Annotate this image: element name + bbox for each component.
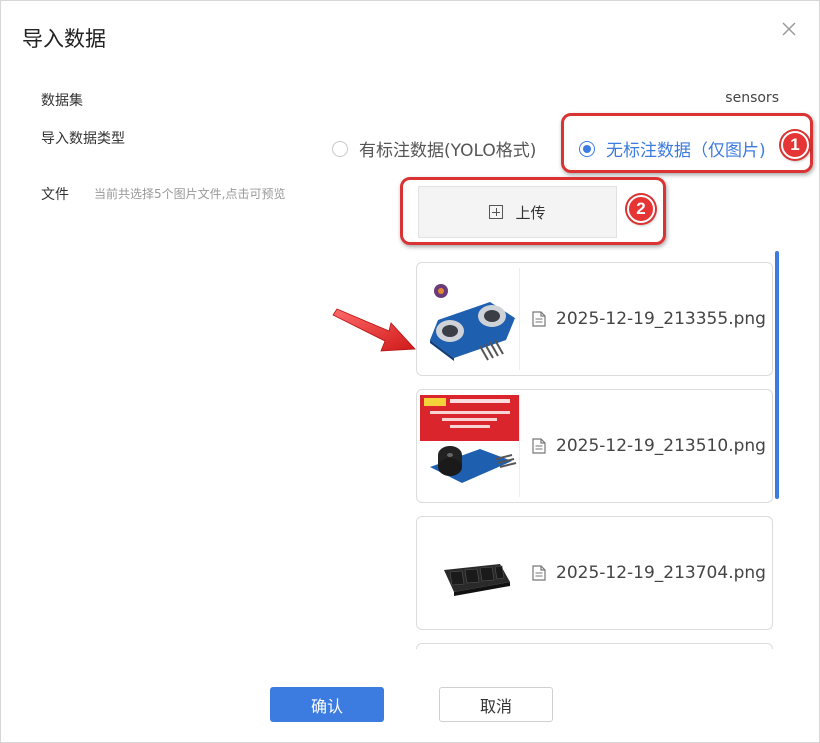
annotation-highlight-1 bbox=[561, 113, 813, 173]
cancel-button[interactable]: 取消 bbox=[439, 687, 553, 722]
file-thumbnail-ultrasonic-sensor[interactable] bbox=[420, 268, 520, 370]
import-type-label: 导入数据类型 bbox=[41, 131, 125, 147]
file-icon bbox=[532, 311, 546, 327]
dataset-label: 数据集 bbox=[41, 93, 83, 109]
file-list[interactable]: 2025-12-19_213355.png 2025-12-19_213510.… bbox=[415, 251, 781, 649]
file-card[interactable]: 2025-12-19_213355.png bbox=[416, 262, 773, 376]
radio-labeled-yolo-label: 有标注数据(YOLO格式) bbox=[359, 141, 537, 161]
radio-circle[interactable] bbox=[332, 140, 348, 157]
file-list-scrollbar[interactable] bbox=[775, 251, 779, 499]
file-name: 2025-12-19_213510.png bbox=[556, 436, 766, 456]
annotation-badge-1: 1 bbox=[781, 131, 809, 159]
file-card-partial[interactable] bbox=[416, 643, 773, 649]
file-icon bbox=[532, 438, 546, 454]
file-name: 2025-12-19_213704.png bbox=[556, 563, 766, 583]
file-selection-hint[interactable]: 当前共选择5个图片文件,点击可预览 bbox=[94, 185, 285, 202]
file-thumbnail-led-display[interactable] bbox=[420, 522, 520, 624]
annotation-badge-2: 2 bbox=[627, 195, 655, 223]
close-icon[interactable] bbox=[779, 19, 799, 39]
annotation-arrow-icon bbox=[332, 308, 416, 352]
file-card[interactable]: 2025-12-19_213510.png bbox=[416, 389, 773, 503]
dialog-title: 导入数据 bbox=[22, 27, 106, 51]
confirm-button[interactable]: 确认 bbox=[270, 687, 384, 722]
radio-labeled-yolo[interactable]: 有标注数据(YOLO格式) bbox=[332, 136, 536, 161]
dataset-value: sensors bbox=[725, 90, 779, 106]
file-icon bbox=[532, 565, 546, 581]
annotation-highlight-2 bbox=[400, 177, 666, 245]
import-data-dialog: 导入数据 数据集 sensors 导入数据类型 有标注数据(YOLO格式) 无标… bbox=[0, 0, 820, 743]
file-label: 文件 bbox=[41, 187, 69, 203]
file-card[interactable]: 2025-12-19_213704.png bbox=[416, 516, 773, 630]
file-thumbnail-buzzer-module[interactable] bbox=[420, 395, 520, 497]
file-name: 2025-12-19_213355.png bbox=[556, 309, 766, 329]
